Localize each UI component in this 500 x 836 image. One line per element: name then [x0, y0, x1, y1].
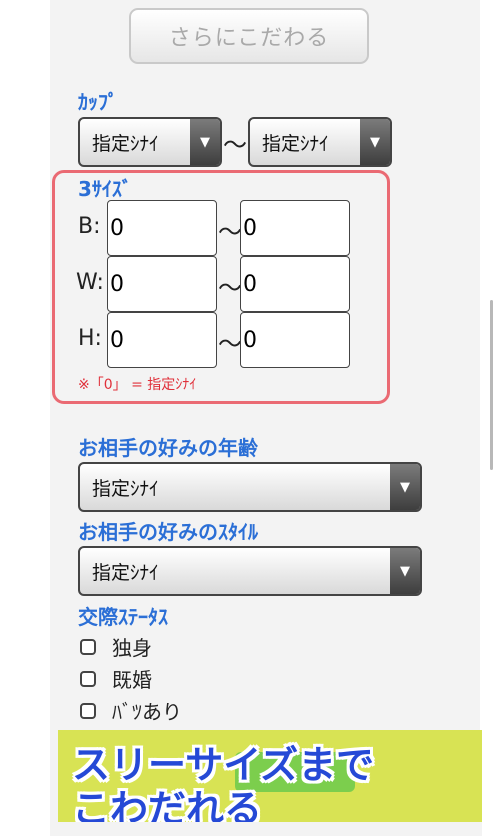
partner-age-value: 指定ｼﾅｲ: [92, 477, 159, 500]
partner-age-select[interactable]: 指定ｼﾅｲ ▼: [78, 462, 422, 512]
hip-min-input[interactable]: 0: [107, 312, 217, 368]
partner-style-select[interactable]: 指定ｼﾅｲ ▼: [78, 546, 422, 596]
chevron-down-icon: ▼: [390, 548, 420, 594]
chevron-down-icon: ▼: [390, 464, 420, 510]
option-label: 既婚: [112, 668, 152, 692]
waist-min-input[interactable]: 0: [107, 256, 217, 312]
chevron-down-icon: ▼: [360, 119, 390, 165]
partner-style-value: 指定ｼﾅｲ: [92, 561, 159, 584]
range-separator: 〜: [218, 218, 242, 246]
cup-from-select[interactable]: 指定ｼﾅｲ ▼: [78, 117, 222, 167]
checkbox[interactable]: [80, 638, 96, 655]
cup-to-select[interactable]: 指定ｼﾅｲ ▼: [248, 117, 392, 167]
cup-label: ｶｯﾌﾟ: [78, 90, 118, 114]
more-filters-button[interactable]: さらにこだわる: [129, 8, 369, 64]
range-separator: 〜: [223, 131, 247, 159]
relationship-label: 交際ｽﾃｰﾀｽ: [78, 605, 168, 629]
relationship-option-single[interactable]: 独身: [80, 632, 152, 661]
waist-max-input[interactable]: 0: [240, 256, 350, 312]
cup-from-value: 指定ｼﾅｲ: [92, 132, 159, 155]
partner-style-label: お相手の好みのｽﾀｲﾙ: [78, 520, 258, 544]
partner-age-label: お相手の好みの年齢: [78, 436, 258, 460]
range-separator: 〜: [218, 274, 242, 302]
range-separator: 〜: [218, 330, 242, 358]
bust-min-input[interactable]: 0: [107, 200, 217, 256]
size-note: ※「0」 = 指定ｼﾅｲ: [78, 377, 197, 393]
hip-label: H:: [78, 326, 102, 351]
bust-label: B:: [78, 214, 101, 239]
hip-max-input[interactable]: 0: [240, 312, 350, 368]
cup-to-value: 指定ｼﾅｲ: [262, 132, 329, 155]
relationship-option-married[interactable]: 既婚: [80, 664, 152, 693]
chevron-down-icon: ▼: [190, 119, 220, 165]
three-size-label: 3ｻｲｽﾞ: [78, 177, 132, 201]
option-label: 独身: [112, 636, 152, 660]
relationship-option-divorced[interactable]: ﾊﾞﾂあり: [80, 696, 182, 725]
waist-label: W:: [76, 270, 104, 295]
option-label: ﾊﾞﾂあり: [112, 700, 182, 724]
scrollbar[interactable]: [490, 300, 493, 470]
bust-max-input[interactable]: 0: [240, 200, 350, 256]
panel-bottom: [58, 822, 482, 836]
checkbox[interactable]: [80, 670, 96, 687]
checkbox[interactable]: [80, 702, 96, 719]
